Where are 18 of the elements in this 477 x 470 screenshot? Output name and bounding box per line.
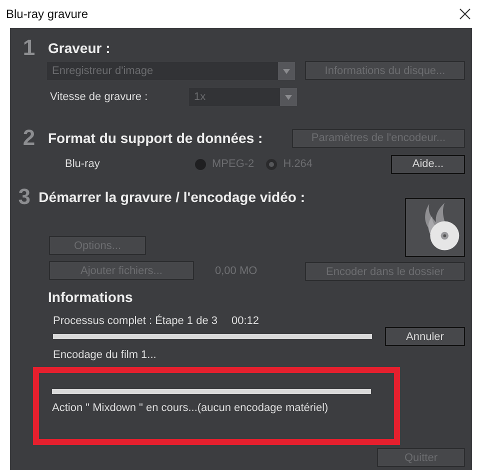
section-heading: Démarrer la gravure / l'encodage vidéo : [38, 189, 305, 205]
window-title: Blu-ray gravure [6, 7, 88, 21]
section-heading: Informations [48, 289, 134, 305]
step-number: 3 [17, 187, 32, 207]
speed-label: Vitesse de gravure : [50, 91, 149, 103]
status-label: Action " Mixdown " en cours...(aucun encodage matériel) [52, 402, 330, 414]
cancel-button[interactable]: Annuler [385, 327, 465, 346]
task-label: Encodage du film 1... [53, 349, 158, 361]
process-label: Processus complet : Étape 1 de 3 [53, 314, 218, 326]
section-heading: Format du support de données : [48, 130, 263, 146]
elapsed-time: 00:12 [231, 314, 260, 326]
close-icon[interactable] [459, 8, 471, 20]
help-button[interactable]: Aide... [391, 154, 465, 174]
burn-button[interactable] [405, 198, 465, 257]
step-number: 2 [22, 128, 36, 148]
step-number: 1 [22, 38, 36, 58]
media-label: Blu-ray [65, 158, 101, 170]
section-heading: Graveur : [48, 40, 110, 56]
